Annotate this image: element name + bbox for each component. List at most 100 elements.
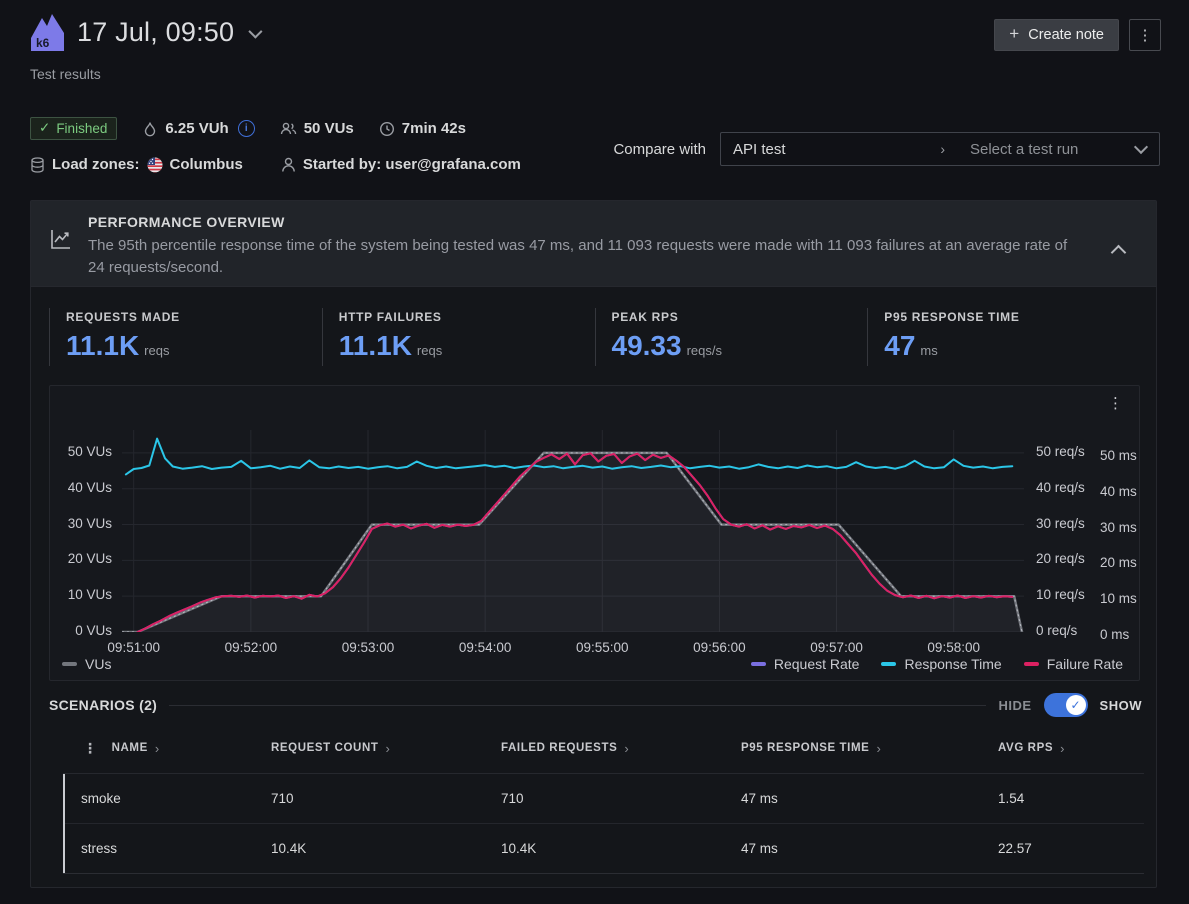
chart-kebab-menu[interactable]: ⋮ [1102, 392, 1129, 414]
stat-http-failures: HTTP FAILURES 11.1Kreqs [322, 308, 595, 366]
chart-plot-area[interactable] [122, 430, 1024, 632]
column-header-failed-requests[interactable]: FAILED REQUESTS› [501, 741, 741, 756]
axis-tick-label: 50 req/s [1036, 444, 1085, 459]
axis-tick-label: 0 ms [1100, 627, 1129, 642]
row-accent-bar [63, 774, 65, 873]
toggle-knob: ✓ [1066, 695, 1086, 715]
load-zones: Load zones: Columbus [30, 156, 243, 173]
table-header: ⋮ NAME› REQUEST COUNT› FAILED REQUESTS› … [63, 733, 1144, 763]
axis-tick-label: 30 VUs [50, 516, 112, 531]
stat-p95-response-time: P95 RESPONSE TIME 47ms [867, 308, 1140, 366]
axis-tick-label: 09:53:00 [328, 640, 408, 655]
sort-chevron-icon: › [1060, 741, 1065, 756]
legend-swatch [1024, 662, 1039, 666]
axis-tick-label: 10 ms [1100, 591, 1137, 606]
table-body: smoke71071047 ms1.54stress10.4K10.4K47 m… [63, 773, 1144, 874]
legend-label: Request Rate [774, 656, 860, 672]
overview-title: PERFORMANCE OVERVIEW [88, 214, 285, 230]
collapse-chevron-icon[interactable] [1111, 245, 1127, 261]
axis-tick-label: 50 VUs [50, 444, 112, 459]
sort-chevron-icon: › [155, 741, 160, 756]
users-icon [280, 121, 297, 136]
clock-icon [379, 121, 395, 137]
table-cell: 1.54 [998, 791, 1144, 806]
axis-tick-label: 40 ms [1100, 484, 1137, 499]
axis-tick-label: 09:57:00 [797, 640, 877, 655]
column-header-p95[interactable]: P95 RESPONSE TIME› [741, 741, 998, 756]
axis-tick-label: 20 ms [1100, 555, 1137, 570]
legend-item-failure-rate[interactable]: Failure Rate [1024, 656, 1123, 672]
show-label[interactable]: SHOW [1100, 698, 1142, 713]
table-row-smoke[interactable]: smoke71071047 ms1.54 [63, 774, 1144, 823]
sort-chevron-icon: › [385, 741, 390, 756]
kebab-icon[interactable]: ⋮ [83, 740, 98, 757]
axis-tick-label: 09:55:00 [562, 640, 642, 655]
chart-icon [49, 228, 72, 251]
performance-chart[interactable] [122, 430, 1024, 632]
axis-tick-label: 30 req/s [1036, 516, 1085, 531]
table-row-stress[interactable]: stress10.4K10.4K47 ms22.57 [63, 823, 1144, 873]
compare-testrun-select[interactable]: Select a test run [957, 133, 1159, 165]
stat-peak-rps: PEAK RPS 49.33reqs/s [595, 308, 868, 366]
info-icon[interactable]: i [238, 120, 255, 137]
stats-row: REQUESTS MADE 11.1Kreqs HTTP FAILURES 11… [49, 308, 1140, 366]
page-subtitle: Test results [30, 66, 101, 82]
legend-label: VUs [85, 656, 111, 672]
legend-swatch [62, 662, 77, 666]
overview-header[interactable]: PERFORMANCE OVERVIEW The 95th percentile… [31, 201, 1156, 287]
svg-text:k6: k6 [36, 36, 50, 50]
axis-tick-label: 09:54:00 [445, 640, 525, 655]
table-cell: 10.4K [501, 841, 741, 856]
test-results-page: k6 17 Jul, 09:50 Test results + Create n… [0, 0, 1189, 904]
axis-tick-label: 0 req/s [1036, 623, 1077, 638]
scenario-name-cell: stress [63, 841, 271, 856]
page-kebab-menu-button[interactable]: ⋮ [1129, 19, 1161, 51]
check-icon: ✓ [39, 120, 50, 136]
table-cell: 22.57 [998, 841, 1144, 856]
meta-row: Load zones: Columbus Started by: user@gr… [30, 156, 521, 173]
flame-icon [142, 121, 158, 137]
run-title: 17 Jul, 09:50 [77, 17, 234, 48]
us-flag-icon [147, 157, 163, 173]
legend-item-request-rate[interactable]: Request Rate [751, 656, 860, 672]
axis-tick-label: 10 VUs [50, 587, 112, 602]
axis-tick-label: 40 VUs [50, 480, 112, 495]
column-header-name[interactable]: ⋮ NAME› [63, 740, 271, 757]
duration-stat: 7min 42s [379, 120, 466, 137]
table-cell: 47 ms [741, 791, 998, 806]
column-header-request-count[interactable]: REQUEST COUNT› [271, 741, 501, 756]
check-icon: ✓ [1071, 698, 1081, 712]
status-row: ✓ Finished 6.25 VUh i 50 VUs 7min 42s [30, 117, 466, 140]
show-scenarios-toggle[interactable]: ✓ [1044, 693, 1088, 717]
axis-tick-label: 50 ms [1100, 448, 1137, 463]
performance-overview-panel: PERFORMANCE OVERVIEW The 95th percentile… [30, 200, 1157, 888]
k6-logo: k6 [30, 13, 65, 53]
legend-item-response-time[interactable]: Response Time [881, 656, 1001, 672]
started-by: Started by: user@grafana.com [281, 156, 521, 173]
column-header-avg-rps[interactable]: AVG RPS› [998, 741, 1144, 756]
plus-icon: + [1009, 24, 1019, 44]
axis-tick-label: 10 req/s [1036, 587, 1085, 602]
chevron-right-icon: › [940, 141, 945, 157]
timeseries-chart-panel: ⋮ VUs Request Rate Response Time Failure R… [49, 385, 1140, 681]
database-icon [30, 157, 45, 173]
hide-label[interactable]: HIDE [998, 698, 1031, 713]
sort-chevron-icon: › [624, 741, 629, 756]
create-note-button[interactable]: + Create note [994, 19, 1119, 51]
axis-tick-label: 09:51:00 [94, 640, 174, 655]
status-badge: ✓ Finished [30, 117, 117, 140]
scenarios-header: SCENARIOS (2) HIDE ✓ SHOW [49, 693, 1142, 717]
axis-tick-label: 30 ms [1100, 520, 1137, 535]
legend-item-vus[interactable]: VUs [62, 656, 111, 672]
compare-project-select[interactable]: API test › [721, 133, 957, 165]
axis-tick-label: 09:52:00 [211, 640, 291, 655]
chevron-down-icon[interactable] [249, 24, 263, 38]
page-title[interactable]: 17 Jul, 09:50 [77, 17, 259, 48]
vus-stat: 50 VUs [280, 120, 354, 137]
compare-label: Compare with [613, 141, 706, 158]
legend-label: Failure Rate [1047, 656, 1123, 672]
axis-tick-label: 40 req/s [1036, 480, 1085, 495]
sort-chevron-icon: › [876, 741, 881, 756]
compare-section: Compare with API test › Select a test ru… [613, 132, 1160, 166]
person-icon [281, 157, 296, 173]
